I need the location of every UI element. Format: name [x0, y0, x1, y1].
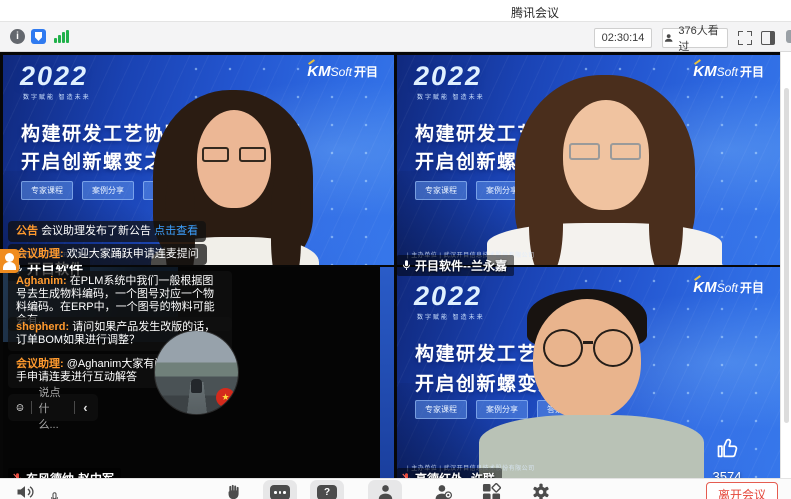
meeting-window: 腾讯会议 i 02:30:14 376人看过 2022 数字赋能 智造未来 KM…: [0, 0, 791, 499]
chat-text: 欢迎大家踊跃申请连麦提问: [67, 248, 199, 260]
chat-username: shepherd:: [16, 321, 69, 333]
meeting-info-icon[interactable]: i: [10, 29, 25, 44]
chat-input-placeholder[interactable]: 说点什么...: [38, 384, 66, 432]
announcement-text: 会议助理发布了新公告: [41, 225, 151, 237]
window-title: 腾讯会议: [455, 4, 615, 21]
apps-grid-icon[interactable]: [482, 483, 501, 499]
slogan-text: 数字赋能 智造未来: [417, 92, 485, 101]
year-logo: 2022: [20, 61, 88, 92]
screen-edge: [380, 267, 394, 478]
collapse-chat-icon[interactable]: ‹: [81, 400, 89, 415]
viewers-label: 376人看过: [678, 22, 727, 54]
invite-participant-icon[interactable]: [434, 482, 453, 499]
title-bar: 腾讯会议: [0, 0, 791, 22]
slide-tag: 专家课程: [415, 400, 467, 419]
slide-tag: 专家课程: [415, 181, 467, 200]
avatar-figure: [191, 379, 202, 393]
meeting-timer: 02:30:14: [594, 28, 652, 48]
kmsoft-logo: KMSoft开目: [693, 63, 764, 80]
fullscreen-icon[interactable]: [738, 31, 752, 45]
announcement-tag: 公告: [16, 225, 38, 237]
year-logo: 2022: [414, 61, 482, 92]
kmsoft-logo: KMSoft开目: [307, 63, 378, 80]
participant-name: 开目软件--兰永嘉: [415, 257, 507, 274]
slide-tag: 案例分享: [476, 400, 528, 419]
viewers-person-icon: [663, 32, 674, 44]
china-flag-badge: ★: [216, 388, 235, 407]
announcement-banner[interactable]: 公告 会议助理发布了新公告 点击查看: [8, 221, 206, 242]
participants-icon[interactable]: [376, 482, 395, 499]
emoji-icon[interactable]: [16, 400, 24, 415]
slide-tag: 案例分享: [82, 181, 134, 200]
slide-tag: 专家课程: [21, 181, 73, 200]
floating-avatar[interactable]: ★: [155, 331, 238, 414]
member-list-badge[interactable]: [0, 249, 19, 273]
chat-username: 会议助理:: [16, 248, 64, 260]
mic-on-icon: [402, 259, 411, 272]
video-grid: 2022 数字赋能 智造未来 KMSoft开目 构建研发工艺协同 开启创新螺变之…: [0, 52, 791, 478]
year-logo: 2022: [414, 281, 482, 312]
chat-message: 会议助理: 欢迎大家踊跃申请连麦提问: [8, 244, 207, 265]
raise-hand-icon[interactable]: [223, 482, 242, 499]
chat-panel-icon[interactable]: [786, 30, 791, 43]
chat-username: 会议助理:: [16, 358, 64, 370]
kmsoft-logo: KMSoft开目: [693, 279, 764, 296]
likes-widget[interactable]: 3574: [702, 435, 752, 484]
layout-switch-icon[interactable]: [761, 31, 775, 45]
name-plate-top-right: 开目软件--兰永嘉: [397, 255, 514, 276]
slogan-text: 数字赋能 智造未来: [417, 312, 485, 321]
bottom-toolbar: ? 离开会议: [0, 478, 791, 499]
scrollbar-track[interactable]: [780, 52, 791, 478]
top-toolbar: i 02:30:14 376人看过: [0, 22, 791, 52]
chat-icon[interactable]: [270, 485, 290, 499]
speaker-icon[interactable]: [14, 482, 36, 499]
scrollbar-thumb[interactable]: [784, 88, 789, 423]
mic-small-icon[interactable]: [50, 491, 59, 499]
help-icon[interactable]: ?: [317, 485, 337, 499]
slogan-text: 数字赋能 智造未来: [23, 92, 91, 101]
network-signal-icon[interactable]: [54, 30, 70, 43]
glasses-icon: [202, 147, 229, 162]
thumbs-up-icon[interactable]: [714, 435, 741, 462]
chat-input-bar[interactable]: 说点什么... ‹: [8, 394, 98, 421]
leave-meeting-button[interactable]: 离开会议: [706, 482, 778, 499]
video-tile-top-right[interactable]: 2022 数字赋能 智造未来 KMSoft开目 构建研发工艺协同 开启创新螺变之…: [397, 55, 780, 265]
announcement-link[interactable]: 点击查看: [154, 225, 198, 237]
security-shield-icon[interactable]: [31, 29, 46, 44]
settings-gear-icon[interactable]: [531, 482, 551, 499]
chat-username: Aghanim:: [16, 275, 67, 287]
viewers-count[interactable]: 376人看过: [662, 28, 728, 48]
